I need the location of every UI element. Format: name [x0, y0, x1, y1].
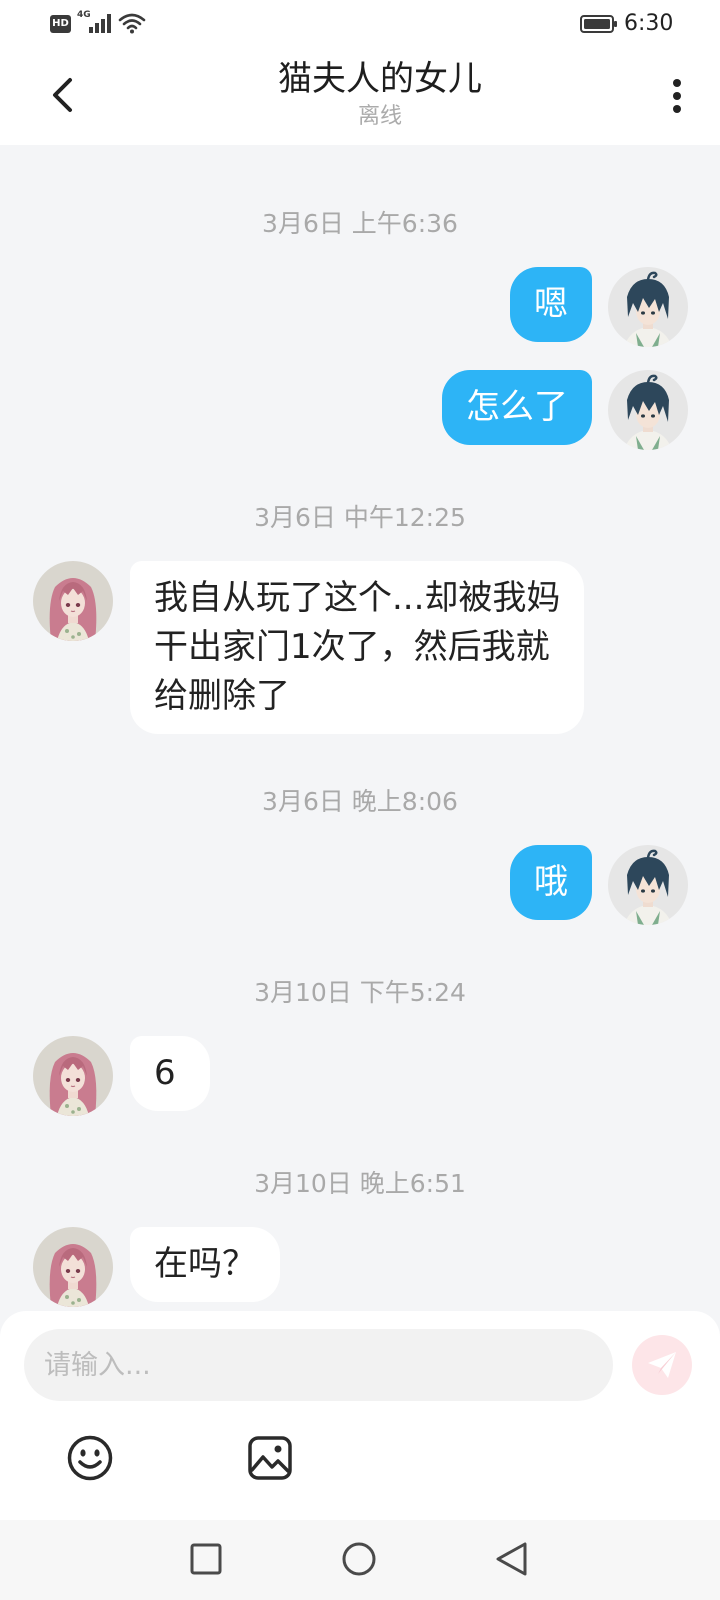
message-bubble[interactable]: 怎么了: [442, 370, 592, 445]
home-circle-icon[interactable]: [341, 1541, 377, 1577]
outgoing-message-row: 怎么了: [0, 370, 720, 450]
avatar-illustration: [33, 561, 113, 641]
message-timestamp: 3月6日 中午12:25: [254, 503, 466, 532]
online-status: 离线: [357, 104, 402, 129]
blue-haired-boy-avatar[interactable]: [608, 845, 688, 925]
outgoing-message-row: 哦: [0, 845, 720, 925]
message-timestamp: 3月10日 下午5:24: [254, 978, 466, 1007]
outgoing-message-row: 嗯: [0, 267, 720, 347]
message-input-container[interactable]: [24, 1329, 613, 1401]
recent-apps-square-icon[interactable]: [189, 1542, 223, 1576]
blue-haired-boy-avatar[interactable]: [608, 370, 688, 450]
message-timestamp: 3月10日 晚上6:51: [254, 1169, 466, 1198]
status-time: 6:30: [624, 11, 674, 36]
message-list: 3月6日 上午6:36 嗯怎么了 3月6日 中午12:25 我自从玩了这个...却被我…: [0, 209, 720, 1307]
avatar-illustration: [608, 370, 688, 450]
more-vertical-icon: [673, 79, 681, 113]
message-timestamp: 3月6日 上午6:36: [262, 209, 458, 238]
send-button[interactable]: [632, 1335, 692, 1395]
back-triangle-icon[interactable]: [494, 1541, 530, 1577]
avatar-illustration: [33, 1036, 113, 1116]
more-options-button[interactable]: [660, 74, 694, 118]
hd-badge: HD: [50, 15, 71, 33]
message-bubble[interactable]: 嗯: [510, 267, 592, 342]
message-bubble[interactable]: 6: [130, 1036, 210, 1111]
status-bar: HD 4G 6:30: [0, 0, 720, 50]
avatar-illustration: [608, 267, 688, 347]
avatar-illustration: [33, 1227, 113, 1307]
chat-title: 猫夫人的女儿: [278, 59, 482, 99]
pink-haired-girl-avatar[interactable]: [33, 1036, 113, 1116]
pink-haired-girl-avatar[interactable]: [33, 561, 113, 641]
avatar-illustration: [608, 845, 688, 925]
message-input[interactable]: [24, 1329, 604, 1401]
message-bubble[interactable]: 我自从玩了这个...却被我妈 干出家门1次了，然后我就 给删除了: [130, 561, 585, 734]
incoming-message-row: 6: [0, 1036, 720, 1116]
system-nav-bar: [0, 1520, 720, 1600]
chevron-left-icon: [53, 78, 72, 112]
message-bubble[interactable]: 在吗？: [130, 1227, 280, 1302]
smiley-face-icon[interactable]: [66, 1434, 114, 1482]
composer-panel: [0, 1311, 720, 1520]
signal-icon: [89, 14, 111, 33]
incoming-message-row: 我自从玩了这个...却被我妈 干出家门1次了，然后我就 给删除了: [0, 561, 720, 734]
back-button[interactable]: [44, 72, 84, 118]
blue-haired-boy-avatar[interactable]: [608, 267, 688, 347]
image-picture-icon[interactable]: [247, 1435, 293, 1481]
battery-icon: [580, 15, 617, 33]
wifi-icon: [118, 13, 146, 34]
message-timestamp: 3月6日 晚上8:06: [262, 787, 458, 816]
pink-haired-girl-avatar[interactable]: [33, 1227, 113, 1307]
paper-plane-send-icon: [648, 1352, 676, 1378]
incoming-message-row: 在吗？: [0, 1227, 720, 1307]
message-bubble[interactable]: 哦: [510, 845, 592, 920]
